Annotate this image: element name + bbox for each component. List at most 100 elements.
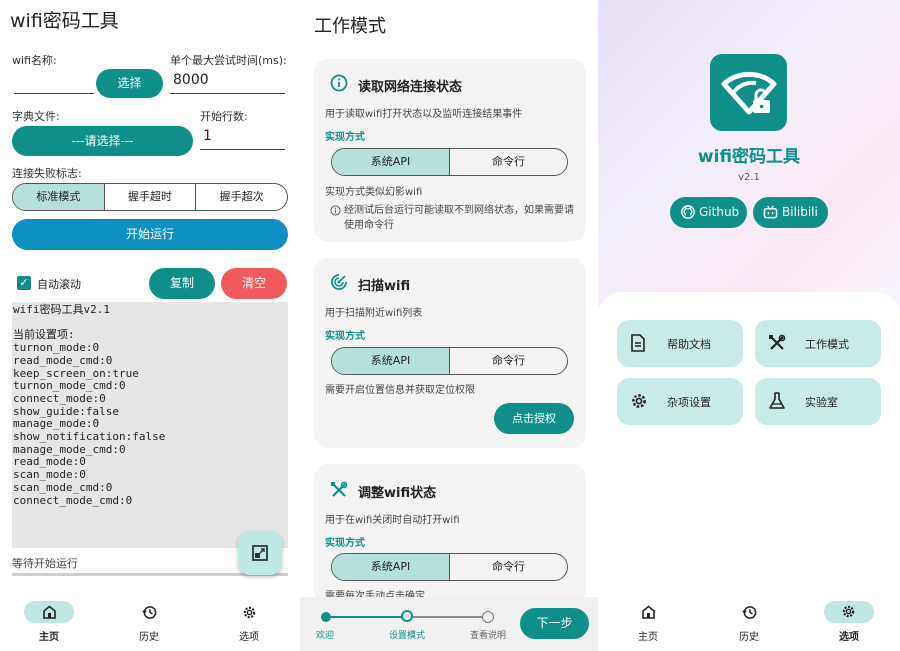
menu-label: 杂项设置 [667,396,711,409]
nav-history[interactable]: 历史 [124,601,174,643]
step-dot-settings[interactable] [401,610,413,622]
log-line: scan_mode_cmd:0 [13,480,113,494]
impl-label: 实现方式 [325,538,365,549]
option-system-api[interactable]: 系统API [332,149,449,175]
stepper-progress [326,616,407,618]
fail-mode-standard[interactable]: 标准模式 [13,184,104,210]
bottom-nav: 主页 历史 选项 [0,590,300,651]
log-line: connect_mode:0 [13,391,106,405]
autoscroll-checkbox[interactable]: ✓ [17,276,31,290]
menu-label: 帮助文档 [667,338,711,351]
start-line-label: 开始行数: [200,110,248,123]
bottom-nav: 主页 历史 选项 [598,590,900,651]
history-icon [741,606,756,619]
card-note: 实现方式类似幻影wifi [325,187,423,198]
history-icon [141,606,156,619]
log-line: turnon_mode:0 [13,341,100,355]
nav-options[interactable]: 选项 [224,601,274,643]
picture-in-picture-icon [252,545,268,561]
nav-home[interactable]: 主页 [24,601,74,643]
adjust-wifi-card: 调整wifi状态 用于在wifi关闭时自动打开wifi 实现方式 系统API 命… [314,464,586,604]
work-mode-screen: 工作模式 读取网络连接状态 用于读取wifi打开状态以及监听连接结果事件 实现方… [300,0,600,651]
clear-button[interactable]: 清空 [221,268,287,299]
gear-icon [842,605,855,618]
menu-help-docs[interactable]: 帮助文档 [617,320,743,367]
dict-select-button[interactable]: ---请选择--- [12,126,193,156]
bilibili-button[interactable]: Bilibili [753,197,828,228]
option-command-line[interactable]: 命令行 [449,149,567,175]
radar-icon [330,273,348,291]
menu-label: 实验室 [805,396,838,409]
menu-label: 工作模式 [805,338,849,351]
max-time-label: 单个最大尝试时间(ms): [170,54,287,67]
github-button[interactable]: Github [670,197,747,228]
log-line: read_mode_cmd:0 [13,353,113,367]
nav-home[interactable]: 主页 [623,601,673,643]
page-title: 工作模式 [314,16,386,37]
authorize-button[interactable]: 点击授权 [494,403,574,434]
start-run-button[interactable]: 开始运行 [12,219,288,250]
impl-label: 实现方式 [325,331,365,342]
page-title: wifi密码工具 [10,10,119,32]
log-line: connect_mode_cmd:0 [13,493,133,507]
option-command-line[interactable]: 命令行 [449,554,567,580]
bilibili-label: Bilibili [782,205,818,219]
home-icon [43,605,56,619]
github-label: Github [699,205,740,219]
step-label-readme: 查看说明 [470,631,507,641]
nav-history[interactable]: 历史 [724,601,774,643]
card-desc: 用于读取wifi打开状态以及监听连接结果事件 [325,109,523,120]
wifi-name-input[interactable] [14,72,94,94]
wifi-lock-icon [721,71,777,115]
card-info: 经测试后台运行可能读取不到网络状态，如果需要请使用命令行 [344,205,574,231]
menu-lab[interactable]: 实验室 [755,378,881,425]
main-screen: wifi密码工具 wifi名称: 选择 单个最大尝试时间(ms): 8000 字… [0,0,300,651]
nav-home-label: 主页 [638,632,658,643]
nav-options-label: 选项 [839,632,859,643]
app-version: v2.1 [738,172,760,183]
floating-window-button[interactable] [238,531,282,575]
dict-label: 字典文件: [12,110,60,123]
nav-options-label: 选项 [239,632,259,643]
log-line: show_notification:false [13,430,166,444]
status-text: 等待开始运行 [12,557,78,570]
nav-history-label: 历史 [739,632,759,643]
card-desc: 用于在wifi关闭时自动打开wifi [325,515,460,526]
info-small-icon [330,205,341,216]
nav-options[interactable]: 选项 [824,601,874,643]
scan-wifi-card: 扫描wifi 用于扫描附近wifi列表 实现方式 系统API 命令行 需要开启位… [314,258,586,448]
fail-flag-label: 连接失败标志: [12,167,82,180]
option-command-line[interactable]: 命令行 [449,348,567,374]
about-screen: wifi密码工具 v2.1 Github Bilibili 帮助文档 工作模式 … [598,0,900,651]
fail-mode-handshake-timeout[interactable]: 握手超时 [103,184,196,210]
fail-mode-handshake-count[interactable]: 握手超次 [195,184,287,210]
start-line-input[interactable]: 1 [200,128,285,150]
nav-history-label: 历史 [139,632,159,643]
max-time-input[interactable]: 8000 [170,72,285,94]
option-system-api[interactable]: 系统API [332,554,449,580]
option-system-api[interactable]: 系统API [332,348,449,374]
home-icon [641,605,655,619]
card-note: 需要开启位置信息并获取定位权限 [325,385,475,396]
nav-home-indicator [24,601,74,623]
fail-mode-segment: 标准模式 握手超时 握手超次 [12,183,288,211]
tools-icon [769,334,786,350]
next-step-button[interactable]: 下一步 [520,608,589,639]
wifi-name-label: wifi名称: [12,54,57,67]
app-name: wifi密码工具 [697,147,801,167]
log-output[interactable]: wifi密码工具v2.1 当前设置项: turnon_mode:0 read_mod… [12,302,288,548]
copy-button[interactable]: 复制 [149,268,215,299]
impl-segment: 系统API 命令行 [331,347,568,375]
menu-work-mode[interactable]: 工作模式 [755,320,881,367]
impl-segment: 系统API 命令行 [331,148,568,176]
nav-home-label: 主页 [39,632,59,643]
gear-icon [243,606,255,619]
menu-misc-settings[interactable]: 杂项设置 [617,378,743,425]
step-dot-readme[interactable] [482,611,494,623]
flask-icon [769,392,785,409]
card-desc: 用于扫描附近wifi列表 [325,308,423,319]
select-wifi-button[interactable]: 选择 [96,69,163,98]
card-title: 调整wifi状态 [358,486,437,501]
nav-options-indicator [824,601,874,623]
step-dot-welcome[interactable] [321,612,331,622]
